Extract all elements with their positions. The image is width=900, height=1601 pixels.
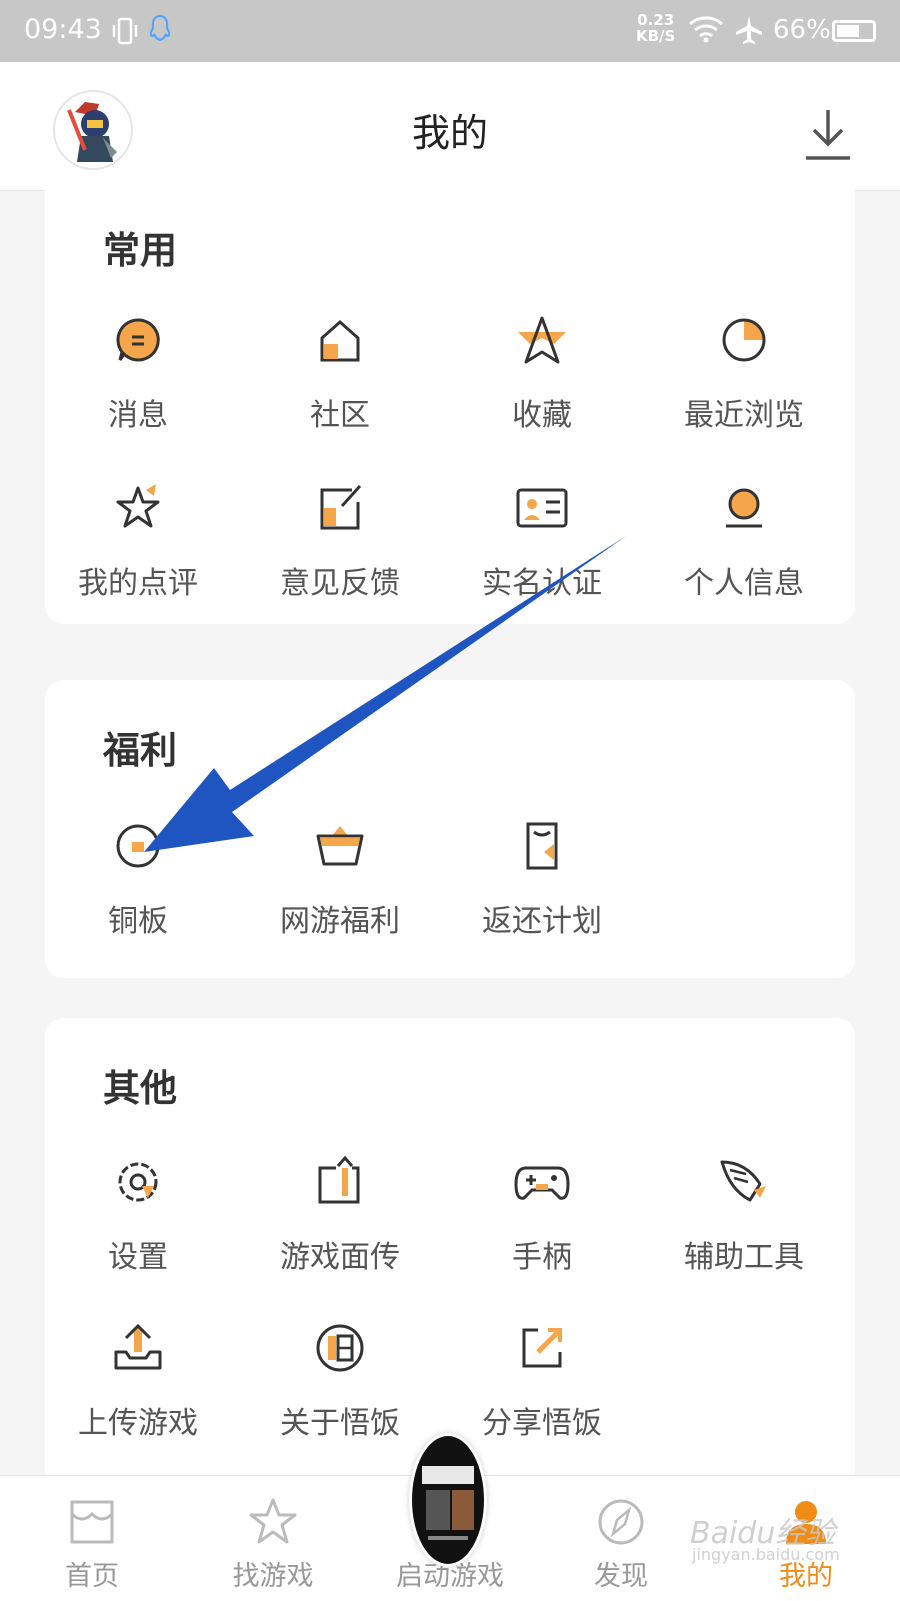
game-transfer-item[interactable]: 游戏面传 [237, 1154, 443, 1276]
online-game-welfare-label: 网游福利 [280, 904, 400, 939]
settings-label: 设置 [108, 1240, 168, 1275]
real-name-item[interactable]: 实名认证 [439, 480, 645, 602]
rebate-plan-label: 返还计划 [482, 904, 602, 939]
gear-icon [118, 1162, 158, 1202]
section-title-common: 常用 [103, 229, 177, 272]
settings-item[interactable]: 设置 [35, 1154, 241, 1276]
page-title: 我的 [411, 111, 488, 155]
battery-percent: 66% [773, 15, 831, 45]
feedback-label: 意见反馈 [280, 566, 400, 601]
coin-icon [116, 824, 160, 868]
upload-game-label: 上传游戏 [78, 1406, 198, 1441]
copper-coin-item[interactable]: 铜板 [35, 818, 241, 940]
tab-discover[interactable]: 发现 [541, 1476, 701, 1593]
message-item[interactable]: 消息 [35, 312, 241, 434]
network-speed: 0.23 KB/S [636, 12, 675, 44]
game-transfer-label: 游戏面传 [280, 1240, 400, 1275]
section-title-welfare: 福利 [103, 729, 177, 772]
recent-browse-item[interactable]: 最近浏览 [641, 312, 847, 434]
message-icon [116, 318, 160, 362]
helper-tools-label: 辅助工具 [684, 1240, 804, 1275]
compass-icon [598, 1499, 644, 1545]
section-title-other: 其他 [103, 1067, 177, 1110]
star-icon [518, 316, 566, 364]
welfare-section-card: 福利 铜板 网游福利 返还计划 [45, 680, 855, 978]
personal-info-item[interactable]: 个人信息 [641, 480, 847, 602]
tab-find-games-label: 找游戏 [232, 1561, 314, 1592]
qq-icon [149, 14, 171, 42]
about-logo-icon [316, 1324, 364, 1372]
favorites-label: 收藏 [512, 398, 572, 433]
game-cover-icon [414, 1438, 482, 1562]
other-section-card: 其他 设置 游戏面传 手柄 辅助工具 上传游戏 关于悟饭 分享悟饭 [45, 1018, 855, 1488]
battery-icon [832, 20, 876, 42]
recent-browse-label: 最近浏览 [684, 398, 804, 433]
status-time: 09:43 [24, 14, 102, 45]
community-item[interactable]: 社区 [237, 312, 443, 434]
download-icon[interactable] [804, 106, 852, 162]
my-reviews-item[interactable]: 我的点评 [35, 480, 241, 602]
online-game-welfare-item[interactable]: 网游福利 [237, 818, 443, 940]
helper-tools-item[interactable]: 辅助工具 [641, 1154, 847, 1276]
feedback-item[interactable]: 意见反馈 [237, 480, 443, 602]
star-outline-icon [249, 1498, 297, 1544]
star-pen-icon [116, 484, 160, 528]
person-icon [726, 488, 762, 528]
clock-pie-icon [722, 318, 766, 362]
favorites-item[interactable]: 收藏 [439, 312, 645, 434]
gamepad-label: 手柄 [512, 1240, 572, 1275]
tab-home-label: 首页 [65, 1561, 119, 1592]
page-header: 我的 [0, 62, 900, 191]
tab-find-games[interactable]: 找游戏 [193, 1476, 353, 1593]
wing-icon [720, 1160, 766, 1202]
gamepad-icon [514, 1166, 570, 1200]
gamepad-item[interactable]: 手柄 [439, 1154, 645, 1276]
upload-game-item[interactable]: 上传游戏 [35, 1320, 241, 1442]
wifi-icon [689, 16, 723, 43]
tab-discover-label: 发现 [594, 1561, 648, 1592]
about-wufan-item[interactable]: 关于悟饭 [237, 1320, 443, 1442]
copper-coin-label: 铜板 [108, 904, 168, 939]
real-name-label: 实名认证 [482, 566, 602, 601]
upload-box-icon [318, 1155, 360, 1204]
personal-info-label: 个人信息 [684, 566, 804, 601]
message-label: 消息 [108, 398, 168, 433]
tab-home[interactable]: 首页 [12, 1476, 172, 1593]
watermark-url: jingyan.baidu.com [692, 1545, 840, 1564]
rebate-plan-item[interactable]: 返还计划 [439, 818, 645, 940]
id-card-icon [516, 488, 568, 528]
share-icon [522, 1328, 562, 1368]
airplane-mode-icon [736, 16, 762, 44]
my-reviews-label: 我的点评 [78, 566, 198, 601]
gift-basket-icon [316, 826, 364, 866]
share-wufan-item[interactable]: 分享悟饭 [439, 1320, 645, 1442]
speed-unit: KB/S [636, 27, 676, 45]
house-icon [320, 319, 360, 362]
community-label: 社区 [310, 398, 370, 433]
common-section-card: 常用 消息 社区 收藏 最近浏览 我的点评 意见反馈 实名认证 个人信息 [45, 190, 855, 624]
rebate-icon [526, 822, 558, 870]
vibrate-icon [112, 17, 138, 45]
edit-icon [320, 484, 362, 530]
launch-game-disc[interactable] [409, 1433, 487, 1567]
speed-value: 0.23 [637, 11, 675, 29]
status-bar: 09:43 0.23 KB/S 66% [0, 0, 900, 62]
store-icon [70, 1500, 114, 1544]
upload-icon [114, 1323, 162, 1370]
